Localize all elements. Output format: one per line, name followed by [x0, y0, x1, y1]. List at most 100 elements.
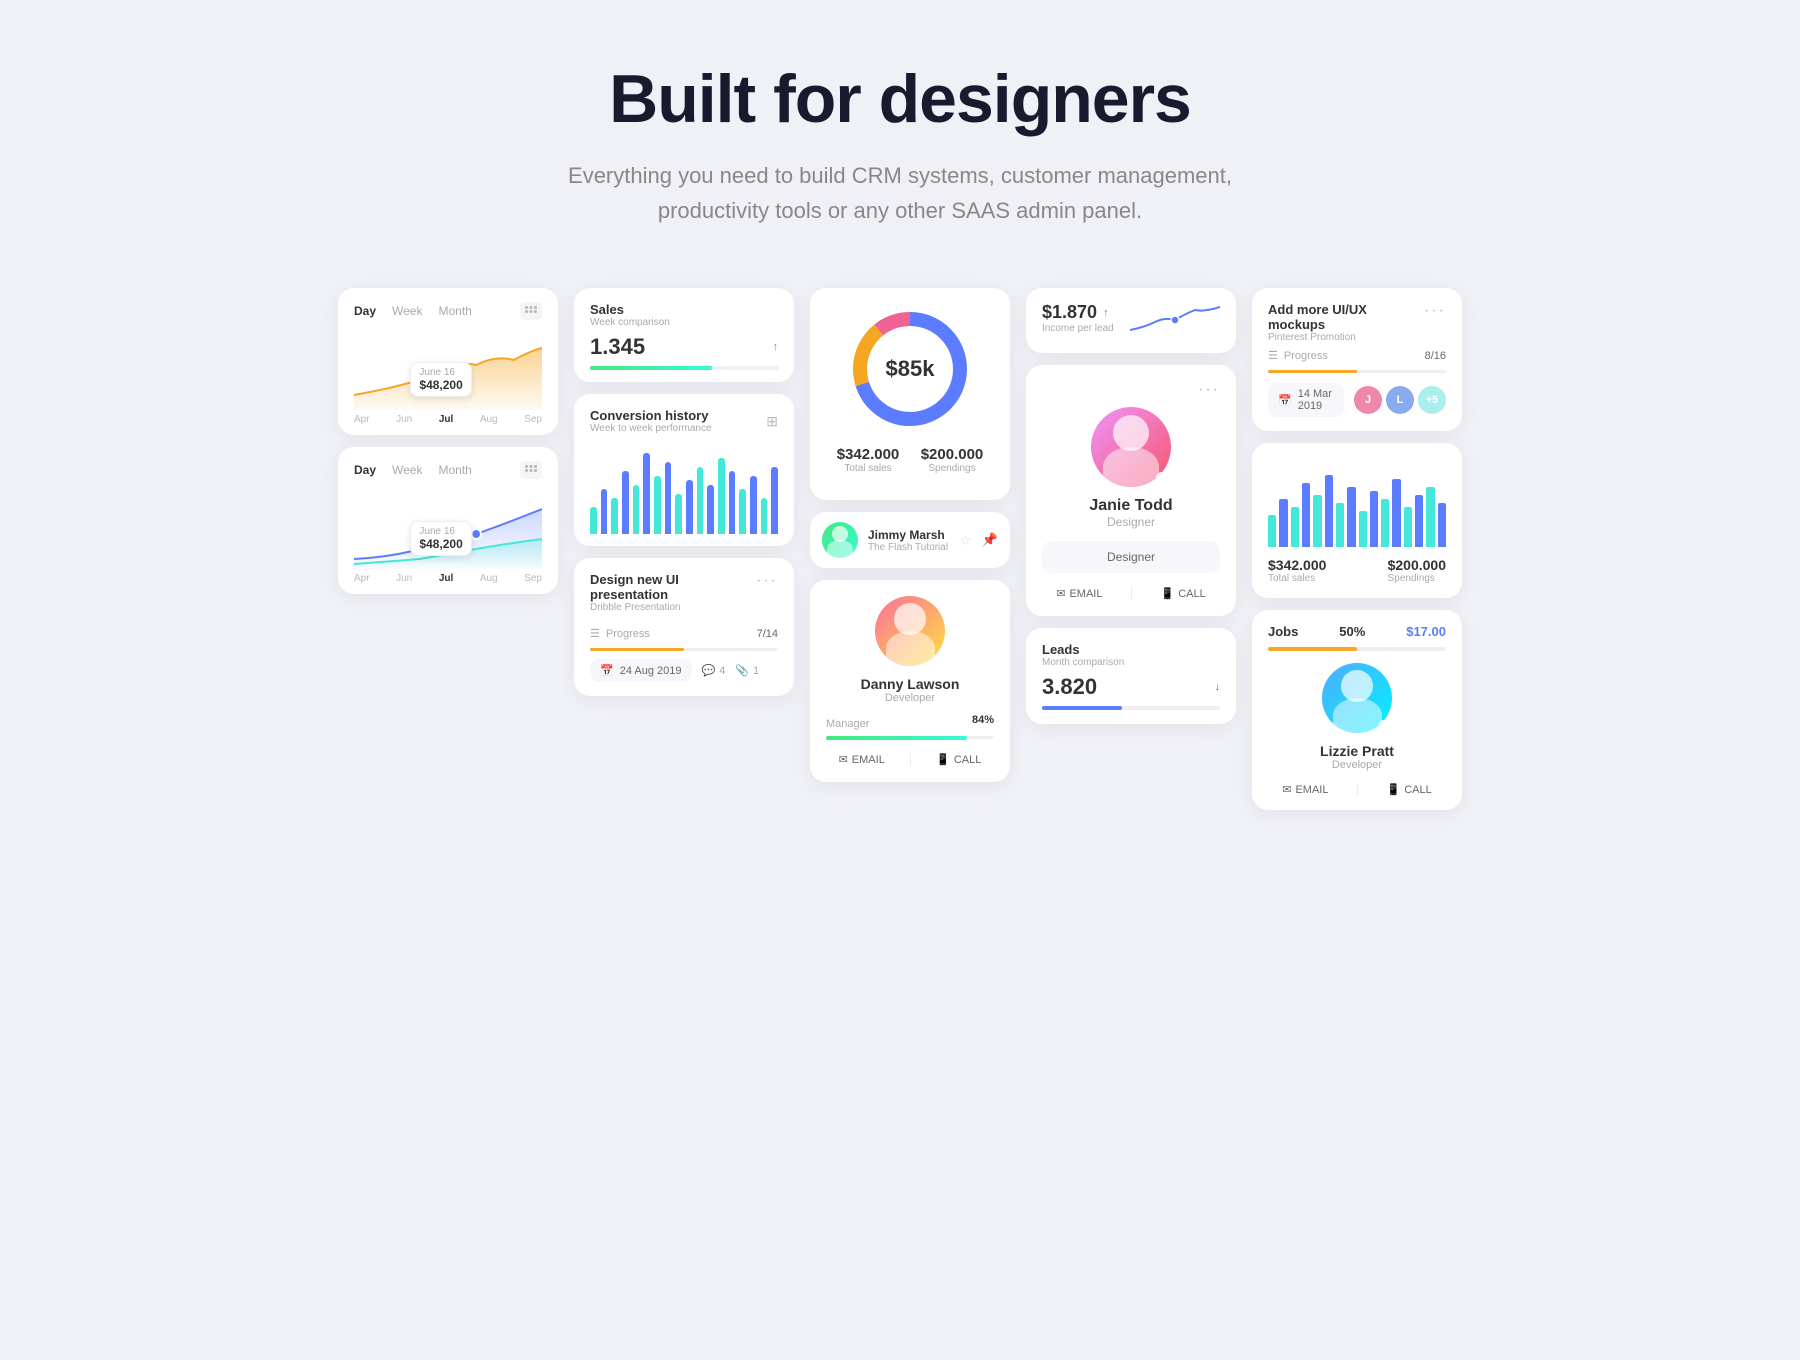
- project2-progress-bg: [1268, 370, 1446, 373]
- phone-icon: 📱: [1160, 587, 1174, 600]
- sales-badge: ↑: [773, 341, 779, 353]
- progress-icon-2: ☰: [1268, 349, 1278, 362]
- profile-card: ··· Janie Todd Designer Designer ✉ EMAIL…: [1026, 365, 1236, 616]
- bar-chart-2: [1268, 467, 1446, 547]
- project2-date: 📅 14 Mar 2019: [1268, 383, 1344, 417]
- conversion-title: Conversion history: [590, 408, 712, 423]
- star-icon[interactable]: ☆: [959, 532, 972, 549]
- income-value: $1.870: [1042, 302, 1097, 323]
- profile-menu-icon[interactable]: ···: [1042, 381, 1220, 399]
- person-avatar: [875, 596, 945, 666]
- donut-center-value: $85k: [886, 356, 935, 382]
- profile-email-button[interactable]: ✉ EMAIL: [1056, 587, 1102, 600]
- jobs-card: Jobs 50% $17.00 Lizzie Pratt Developer ✉: [1252, 610, 1462, 810]
- donut-stats: $342.000 Total sales $200.000 Spendings: [826, 446, 994, 474]
- sales-value: 1.345: [590, 334, 645, 360]
- column-4: $1.870 ↑ Income per lead ···: [1026, 288, 1236, 724]
- progress-count: 7/14: [757, 628, 778, 640]
- skill-pct: 84%: [972, 714, 994, 726]
- profile-name: Janie Todd: [1042, 497, 1220, 515]
- profile-role: Designer: [1042, 515, 1220, 529]
- call-button[interactable]: 📱 CALL: [936, 753, 981, 766]
- skill-progress-bg: [826, 736, 994, 739]
- jobs-price: $17.00: [1406, 624, 1446, 639]
- skill-progress-fill: [826, 736, 967, 740]
- person2-call-button[interactable]: 📱 CALL: [1386, 783, 1431, 796]
- project-card: Design new UI presentation Dribble Prese…: [574, 558, 794, 696]
- grid-icon-2[interactable]: [520, 461, 542, 479]
- profile-call-button[interactable]: 📱 CALL: [1160, 587, 1205, 600]
- online-indicator: [1156, 472, 1168, 484]
- area-chart-1: June 16 $48,200: [354, 330, 542, 410]
- progress-count-2: 8/16: [1425, 350, 1446, 362]
- tab-week-1[interactable]: Week: [392, 304, 422, 318]
- jobs-title: Jobs: [1268, 624, 1298, 639]
- project2-menu-icon[interactable]: ···: [1424, 302, 1446, 320]
- leads-label: Leads: [1042, 642, 1220, 657]
- sales-card: Sales Week comparison 1.345 ↑: [574, 288, 794, 382]
- sales-progress-fill: [590, 366, 712, 370]
- profile-image: [1091, 407, 1171, 487]
- chart-card-1: Day Week Month: [338, 288, 558, 435]
- user-row-card: Jimmy Marsh The Flash Tutorial ☆ 📌: [810, 512, 1010, 568]
- chart-tooltip-1: June 16 $48,200: [410, 362, 471, 397]
- leads-progress-bg: [1042, 706, 1220, 710]
- area-chart-2: June 16 $48,200: [354, 489, 542, 569]
- leads-sub: Month comparison: [1042, 657, 1220, 668]
- phone-icon: 📱: [936, 753, 950, 766]
- hero-title: Built for designers: [609, 60, 1191, 138]
- pin-icon[interactable]: 📌: [982, 532, 998, 548]
- chart-labels-2: Apr Jun Jul Aug Sep: [354, 573, 542, 584]
- tab-day-2[interactable]: Day: [354, 463, 376, 477]
- tab-week-2[interactable]: Week: [392, 463, 422, 477]
- tab-day-1[interactable]: Day: [354, 304, 376, 318]
- progress-label: Progress: [606, 628, 751, 640]
- sales-sub: Week comparison: [590, 317, 778, 328]
- sales-progress-bg: [590, 366, 778, 370]
- project-progress-fill: [590, 648, 684, 651]
- person2-online: [1379, 720, 1389, 730]
- comment-icon: 💬: [702, 664, 716, 677]
- chart-tabs-1: Day Week Month: [354, 302, 542, 320]
- conversion-sub: Week to week performance: [590, 423, 712, 434]
- column-1: Day Week Month: [338, 288, 558, 594]
- person-card: Danny Lawson Developer Manager 84% ✉ EMA…: [810, 580, 1010, 782]
- sales-label: Sales: [590, 302, 778, 317]
- progress-icon: ☰: [590, 627, 600, 640]
- phone-icon-2: 📱: [1386, 783, 1400, 796]
- member-avatar-1: J: [1354, 386, 1382, 414]
- attachment-icon: 📎: [735, 664, 749, 677]
- person-role: Developer: [826, 692, 994, 704]
- person2-role: Developer: [1268, 759, 1446, 771]
- email-icon-2: ✉: [1282, 783, 1291, 796]
- profile-role-button[interactable]: Designer: [1042, 541, 1220, 573]
- donut-card: $85k $342.000 Total sales $200.000 Spend…: [810, 288, 1010, 500]
- sparkline: [1130, 302, 1220, 337]
- person2-name: Lizzie Pratt: [1268, 743, 1446, 759]
- project-progress-bg: [590, 648, 778, 651]
- tab-month-2[interactable]: Month: [438, 463, 471, 477]
- project-date: 📅 24 Aug 2019: [590, 659, 692, 682]
- cards-row: Day Week Month: [250, 288, 1550, 810]
- user-info: Jimmy Marsh The Flash Tutorial: [868, 528, 948, 553]
- member-count: +5: [1418, 386, 1446, 414]
- attachment-count: 📎 1: [735, 664, 759, 677]
- person2-email-button[interactable]: ✉ EMAIL: [1282, 783, 1328, 796]
- user-name: Jimmy Marsh: [868, 528, 948, 542]
- project-sub: Dribble Presentation: [590, 602, 756, 613]
- chart-labels-1: Apr Jun Jul Aug Sep: [354, 414, 542, 425]
- column-3: $85k $342.000 Total sales $200.000 Spend…: [810, 288, 1010, 782]
- chart-stat-2: $200.000 Spendings: [1388, 557, 1446, 584]
- project2-progress-fill: [1268, 370, 1357, 373]
- income-badge: ↑: [1103, 307, 1109, 319]
- bar-chart-card: $342.000 Total sales $200.000 Spendings: [1252, 443, 1462, 598]
- chart-tabs-2: Day Week Month: [354, 461, 542, 479]
- user-role: The Flash Tutorial: [868, 542, 948, 553]
- tab-month-1[interactable]: Month: [438, 304, 471, 318]
- divider: [1131, 587, 1132, 600]
- conversion-card: Conversion history Week to week performa…: [574, 394, 794, 546]
- project-menu-icon[interactable]: ···: [756, 572, 778, 590]
- grid-icon-1[interactable]: [520, 302, 542, 320]
- calendar-icon: 📅: [600, 664, 614, 677]
- email-button[interactable]: ✉ EMAIL: [839, 753, 885, 766]
